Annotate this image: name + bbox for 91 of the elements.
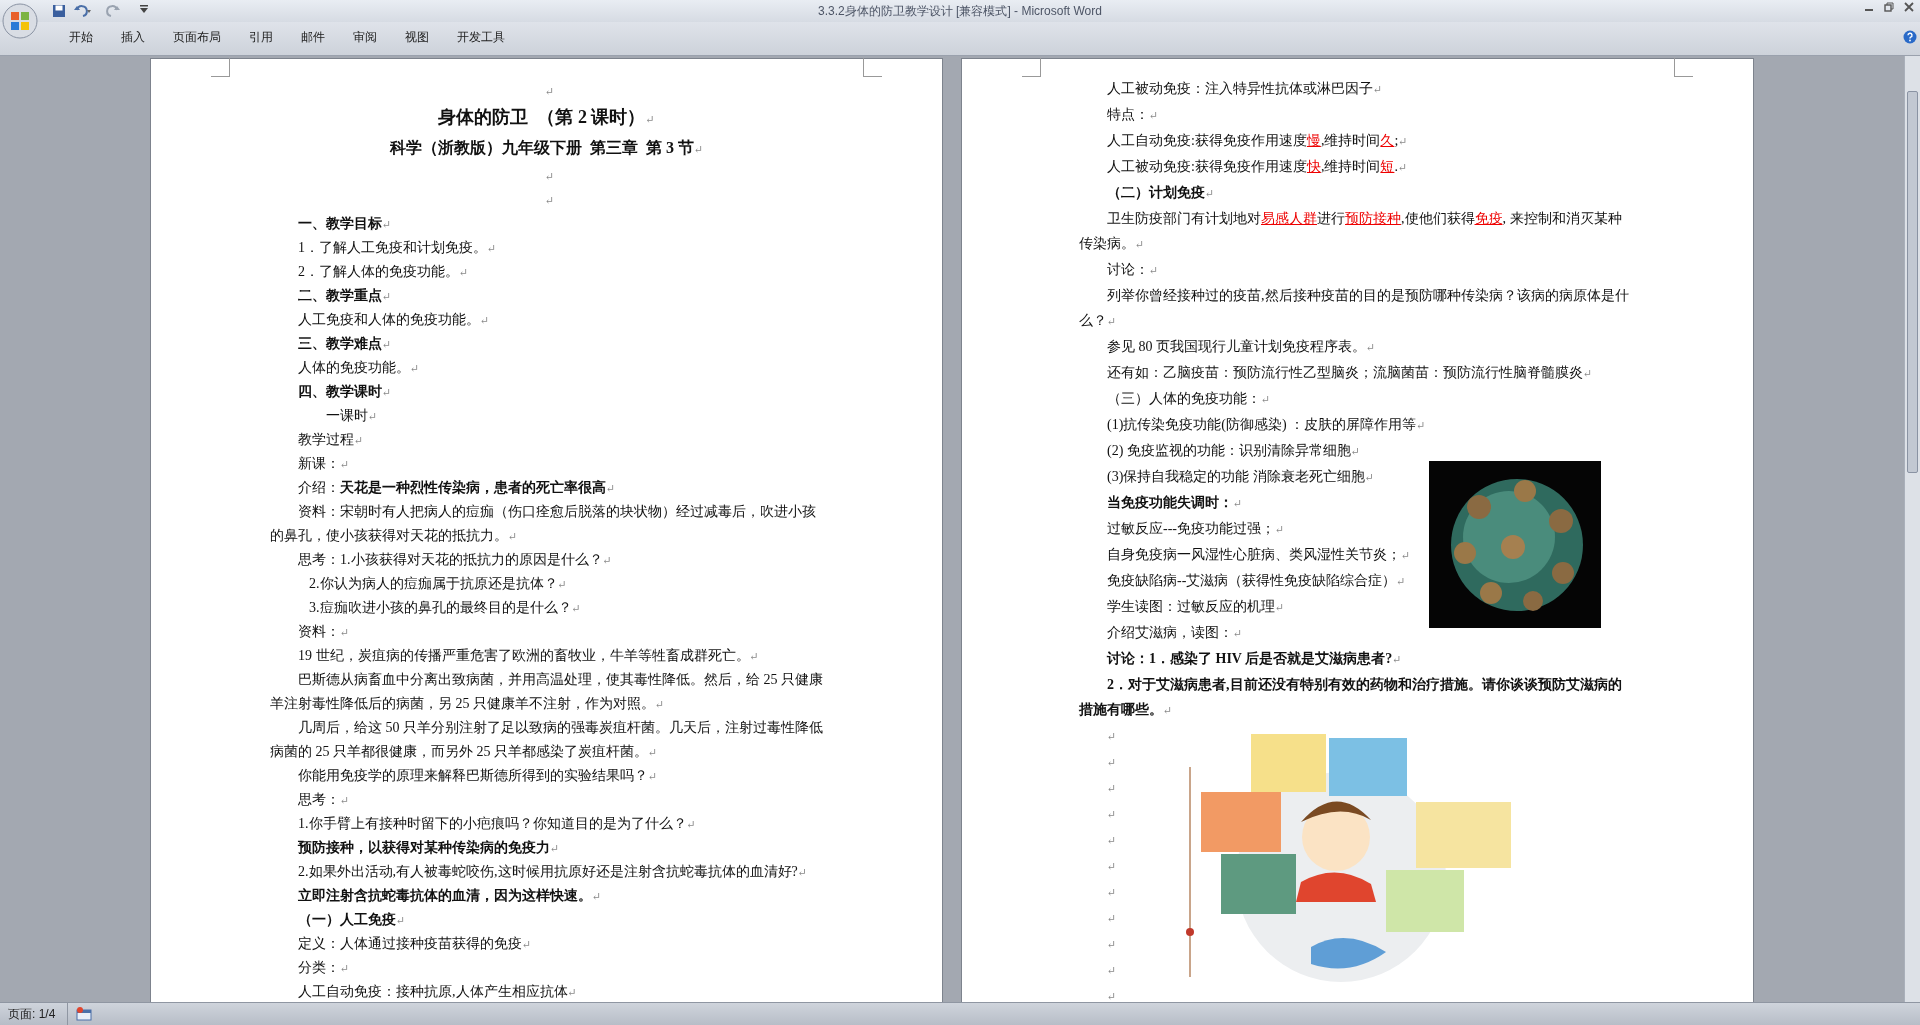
bold-paragraph: 立即注射含抗蛇毒抗体的血清，因为这样快速。↵	[298, 888, 602, 903]
ribbon-tab[interactable]: 引用	[235, 24, 287, 51]
paragraph: 分类：↵	[298, 960, 350, 975]
corner-mark	[1022, 58, 1041, 77]
ribbon-tab[interactable]: 开发工具	[443, 24, 519, 51]
paragraph: （三）人体的免疫功能：↵	[1107, 391, 1271, 406]
paragraph: 2.如果外出活动,有人被毒蛇咬伤,这时候用抗原好还是注射含抗蛇毒抗体的血清好?↵	[298, 864, 807, 879]
paragraph: 教学过程↵	[298, 432, 364, 447]
paragraph-mark: ↵	[544, 194, 555, 206]
bold-paragraph: 预防接种，以获得对某种传染病的免疫力↵	[298, 840, 560, 855]
ribbon-tab[interactable]: 视图	[391, 24, 443, 51]
paragraph: 介绍艾滋病，读图：↵	[1107, 625, 1243, 640]
restore-icon[interactable]	[1884, 2, 1894, 12]
paragraph: 人工自动免疫：接种抗原,人体产生相应抗体↵	[298, 984, 577, 999]
ribbon-tab[interactable]: 页面布局	[159, 24, 235, 51]
bold-paragraph: 二、教学重点↵	[298, 288, 392, 303]
bold-paragraph: 当免疫功能失调时：↵	[1107, 495, 1243, 510]
paragraph: 定义：人体通过接种疫苗获得的免疫↵	[298, 936, 532, 951]
paragraph: 学生读图：过敏反应的机理↵	[1107, 599, 1285, 614]
bold-paragraph: 2．对于艾滋病患者,目前还没有特别有效的药物和治疗措施。请你谈谈预防艾滋病的措施有哪些。↵	[1079, 677, 1622, 717]
paragraph-mark: ↵	[1107, 782, 1117, 794]
paragraph: 2.你认为病人的痘痂属于抗原还是抗体？↵	[309, 576, 567, 591]
ribbon-tab[interactable]: 邮件	[287, 24, 339, 51]
paragraph: 人工免疫和人体的免疫功能。↵	[298, 312, 490, 327]
corner-mark	[211, 58, 230, 77]
paragraph-mark: ↵	[1107, 808, 1117, 820]
paragraph: (2) 免疫监视的功能：识别清除异常细胞↵	[1107, 443, 1361, 458]
document-subtitle: 科学（浙教版）九年级下册 第三章 第 3 节↵	[389, 139, 704, 156]
paragraph-mark: ↵	[1107, 938, 1117, 950]
paragraph-mark: ↵	[1107, 834, 1117, 846]
paragraph: 特点：↵	[1107, 107, 1159, 122]
paragraph: 人工被动免疫:获得免疫作用速度快,维持时间短.↵	[1107, 159, 1408, 174]
paragraph: 资料：↵	[298, 624, 350, 639]
paragraph: 你能用免疫学的原理来解释巴斯德所得到的实验结果吗？↵	[298, 768, 658, 783]
paragraph-mark: ↵	[1107, 886, 1117, 898]
paragraph: 思考：↵	[298, 792, 350, 807]
bold-paragraph: 讨论：1．感染了 HIV 后是否就是艾滋病患者?↵	[1107, 651, 1402, 666]
bold-paragraph: 三、教学难点↵	[298, 336, 392, 351]
paragraph: (1)抗传染免疫功能(防御感染) ：皮肤的屏障作用等↵	[1107, 417, 1426, 432]
page-indicator[interactable]: 页面: 1/4	[0, 1003, 69, 1025]
paragraph-mark: ↵	[1107, 730, 1117, 742]
paragraph: 卫生防疫部门有计划地对易感人群进行预防接种,使他们获得免疫, 来控制和消灭某种传染病。↵	[1079, 211, 1622, 251]
paragraph: 2．了解人体的免疫功能。↵	[298, 264, 469, 279]
corner-mark	[863, 58, 882, 77]
paragraph: 人体的免疫功能。↵	[298, 360, 420, 375]
paragraph-mark: ↵	[1107, 964, 1117, 976]
paragraph-mark: ↵	[544, 85, 555, 97]
paragraph: 参见 80 页我国现行儿童计划免疫程序表。↵	[1107, 339, 1376, 354]
paragraph: 讨论：↵	[1107, 262, 1159, 277]
paragraph: 人工被动免疫：注入特异性抗体或淋巴因子↵	[1107, 81, 1383, 96]
bold-paragraph: （二）计划免疫↵	[1107, 185, 1215, 200]
help-icon[interactable]	[1903, 30, 1917, 44]
paragraph: (3)保持自我稳定的功能 消除衰老死亡细胞↵	[1107, 469, 1375, 484]
paragraph: 一课时↵	[326, 408, 378, 423]
paragraph: 1．了解人工免疫和计划免疫。↵	[298, 240, 497, 255]
document-title: 身体的防卫 （第 2 课时）↵	[438, 107, 655, 127]
ribbon-tab[interactable]: 开始	[55, 24, 107, 51]
vertical-scrollbar[interactable]	[1904, 56, 1920, 1002]
customize-icon[interactable]	[140, 4, 148, 14]
paragraph: 还有如：乙脑疫苗：预防流行性乙型脑炎；流脑菌苗：预防流行性脑脊髓膜炎↵	[1107, 365, 1593, 380]
save-icon[interactable]	[52, 4, 66, 18]
paragraph: 1.你手臂上有接种时留下的小疤痕吗？你知道目的是为了什么？↵	[298, 816, 696, 831]
bold-paragraph: 四、教学课时↵	[298, 384, 392, 399]
bold-paragraph: 一、教学目标↵	[298, 216, 392, 231]
close-icon[interactable]	[1904, 2, 1914, 12]
scrollbar-thumb[interactable]	[1907, 91, 1918, 473]
paragraph: 介绍：天花是一种烈性传染病，患者的死亡率很高↵	[298, 480, 616, 495]
paragraph: 新课：↵	[298, 456, 350, 471]
undo-icon[interactable]	[74, 4, 92, 18]
paragraph: 几周后，给这 50 只羊分别注射了足以致病的强毒炭疽杆菌。几天后，注射过毒性降低病菌的 25 只羊都很健康，而另外 25 只羊都感染了炭疽杆菌。↵	[270, 720, 823, 759]
ribbon-tab[interactable]: 插入	[107, 24, 159, 51]
bold-paragraph: （一）人工免疫↵	[298, 912, 406, 927]
paragraph-mark: ↵	[1107, 912, 1117, 924]
paragraph: 思考：1.小孩获得对天花的抵抗力的原因是什么？↵	[298, 552, 612, 567]
paragraph: 人工自动免疫:获得免疫作用速度慢,维持时间久;↵	[1107, 133, 1408, 148]
paragraph-mark: ↵	[1107, 756, 1117, 768]
paragraph: 列举你曾经接种过的疫苗,然后接种疫苗的目的是预防哪种传染病？该病的病原体是什么？↵	[1079, 288, 1629, 328]
paragraph-mark: ↵	[544, 170, 555, 182]
window-title: 3.3.2身体的防卫教学设计 [兼容模式] - Microsoft Word	[817, 3, 1103, 20]
paragraph: 过敏反应---免疫功能过强；↵	[1107, 521, 1285, 536]
ribbon-tab[interactable]: 审阅	[339, 24, 391, 51]
paragraph-mark: ↵	[1107, 860, 1117, 872]
paragraph: 巴斯德从病畜血中分离出致病菌，并用高温处理，使其毒性降低。然后，给 25 只健康羊注射毒性降低后的病菌，另 25 只健康羊不注射，作为对照。↵	[270, 672, 823, 711]
paragraph: 免疫缺陷病--艾滋病（获得性免疫缺陷综合症）↵	[1107, 573, 1406, 588]
paragraph-mark: ↵	[1107, 990, 1117, 1002]
macro-icon[interactable]	[76, 1007, 93, 1021]
paragraph: 19 世纪，炭疽病的传播严重危害了欧洲的畜牧业，牛羊等牲畜成群死亡。↵	[298, 648, 759, 663]
corner-mark	[1674, 58, 1693, 77]
paragraph: 3.痘痂吹进小孩的鼻孔的最终目的是什么？↵	[309, 600, 581, 615]
paragraph: 自身免疫病一风湿性心脏病、类风湿性关节炎；↵	[1107, 547, 1411, 562]
paragraph: 资料：宋朝时有人把病人的痘痂（伤口痊愈后脱落的块状物）经过减毒后，吹进小孩的鼻孔，使小孩获得对天花的抵抗力。↵	[270, 504, 816, 543]
